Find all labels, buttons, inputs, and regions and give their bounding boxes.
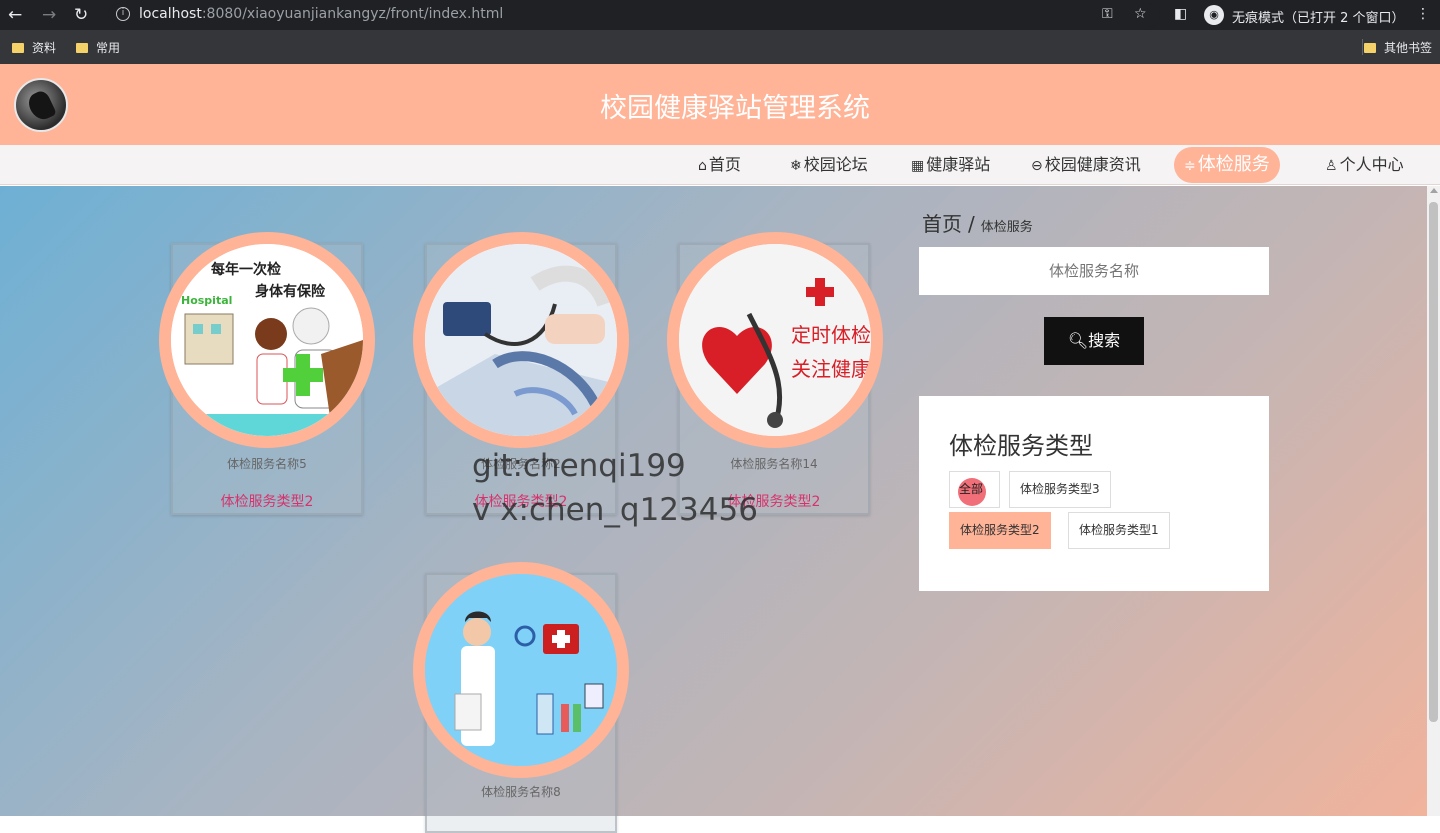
- type-tag[interactable]: 体检服务类型1: [1068, 512, 1170, 549]
- site-title: 校园健康驿站管理系统: [600, 93, 870, 124]
- watermark-line-2: v x:chen_q123456: [472, 492, 758, 528]
- scroll-thumb[interactable]: [1429, 202, 1438, 722]
- type-filter-panel: 体检服务类型 全部 体检服务类型3 体检服务类型2 体检服务类型1: [919, 396, 1269, 591]
- search-button[interactable]: 🔍︎搜索: [1044, 317, 1144, 365]
- address-bar[interactable]: i localhost:8080/xiaoyuanjiankangyz/fron…: [108, 3, 1160, 27]
- service-name: 体检服务名称14: [730, 457, 818, 471]
- svg-text:定时体检: 定时体检: [791, 323, 871, 347]
- breadcrumb: 首页 / 体检服务: [922, 208, 1033, 237]
- nav-news[interactable]: ⊖ 校园健康资讯: [1031, 153, 1141, 178]
- svg-text:Hospital: Hospital: [181, 294, 232, 307]
- service-type[interactable]: 体检服务类型2: [173, 491, 361, 511]
- service-name: 体检服务名称5: [227, 457, 307, 471]
- site-header: 校园健康驿站管理系统: [0, 64, 1440, 145]
- watermark-line-1: git:chenqi199: [472, 448, 686, 484]
- nav-forum[interactable]: ❄ 校园论坛: [790, 153, 868, 178]
- home-icon: ⌂: [698, 158, 707, 174]
- filter-icon: ≑: [1184, 158, 1196, 174]
- back-icon[interactable]: ←: [8, 5, 22, 25]
- sidebar-icon[interactable]: ◧: [1174, 6, 1187, 22]
- user-icon: ♙: [1325, 158, 1338, 174]
- service-image-frame[interactable]: 定时体检 关注健康: [667, 232, 883, 448]
- news-icon: ⊖: [1031, 158, 1043, 174]
- page-scrollbar[interactable]: [1427, 186, 1440, 816]
- bookmark-folder-1[interactable]: 资料: [12, 39, 56, 56]
- breadcrumb-separator: /: [968, 212, 975, 236]
- breadcrumb-home[interactable]: 首页: [922, 212, 962, 236]
- other-bookmarks[interactable]: 其他书签: [1364, 39, 1432, 56]
- incognito-icon: ◉: [1204, 5, 1224, 25]
- svg-text:每年一次检: 每年一次检: [211, 261, 281, 278]
- type-tag[interactable]: 体检服务类型3: [1009, 471, 1111, 508]
- scroll-up-icon[interactable]: [1430, 188, 1438, 193]
- bookmarks-divider: [1362, 39, 1363, 55]
- grid-icon: ▦: [911, 158, 925, 174]
- nav-station[interactable]: ▦ 健康驿站: [911, 153, 990, 178]
- browser-toolbar: ← → ↻ i localhost:8080/xiaoyuanjiankangy…: [0, 0, 1440, 30]
- star-icon[interactable]: ☆: [1134, 6, 1147, 22]
- url-text: localhost:8080/xiaoyuanjiankangyz/front/…: [139, 6, 504, 22]
- folder-icon: [1364, 43, 1376, 53]
- service-image-frame[interactable]: [413, 562, 629, 778]
- incognito-indicator[interactable]: ◉ 无痕模式（已打开 2 个窗口）: [1200, 3, 1405, 27]
- search-button-label: 搜索: [1088, 331, 1121, 350]
- service-image-frame[interactable]: [413, 232, 629, 448]
- reload-icon[interactable]: ↻: [74, 5, 88, 25]
- folder-icon: [12, 43, 24, 53]
- bookmarks-bar: 资料 常用 其他书签: [0, 30, 1440, 64]
- svg-text:身体有保险: 身体有保险: [255, 283, 326, 300]
- bookmark-folder-2[interactable]: 常用: [76, 39, 120, 56]
- forward-icon[interactable]: →: [42, 5, 56, 25]
- breadcrumb-current: 体检服务: [980, 220, 1033, 235]
- service-image: [425, 244, 617, 436]
- service-image: [425, 574, 617, 766]
- service-image-frame[interactable]: 每年一次检 身体有保险 Hospital: [159, 232, 375, 448]
- main-nav: ⌂ 首页 ❄ 校园论坛 ▦ 健康驿站 ⊖ 校园健康资讯 ≑ 体检服务 ♙ 个人中心: [0, 145, 1440, 185]
- snowflake-icon: ❄: [790, 158, 802, 174]
- search-icon: 🔍︎: [1067, 331, 1089, 350]
- key-icon[interactable]: ⚿: [1102, 6, 1113, 22]
- menu-icon[interactable]: ⋮: [1416, 6, 1430, 22]
- type-filter-title: 体检服务类型: [949, 432, 1093, 460]
- type-tag[interactable]: 体检服务类型2: [949, 512, 1051, 549]
- folder-icon: [76, 43, 88, 53]
- site-info-icon[interactable]: i: [116, 7, 130, 21]
- svg-text:关注健康: 关注健康: [791, 357, 871, 381]
- nav-profile[interactable]: ♙ 个人中心: [1325, 153, 1404, 178]
- service-name: 体检服务名称8: [481, 785, 561, 799]
- service-image: 定时体检 关注健康: [679, 244, 871, 436]
- search-input[interactable]: [919, 247, 1269, 295]
- type-tag-all[interactable]: 全部: [949, 471, 1000, 508]
- nav-checkup[interactable]: ≑ 体检服务: [1174, 147, 1280, 183]
- service-image: 每年一次检 身体有保险 Hospital: [171, 244, 363, 436]
- nav-home[interactable]: ⌂ 首页: [698, 153, 741, 178]
- incognito-label: 无痕模式（已打开 2 个窗口）: [1232, 11, 1405, 26]
